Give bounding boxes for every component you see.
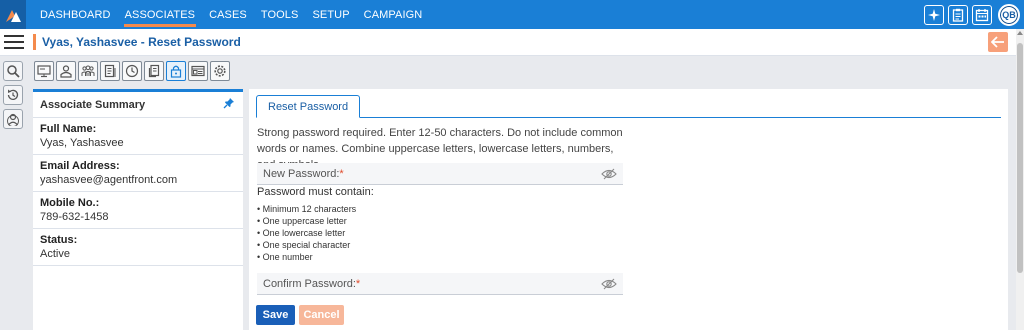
top-right-actions: QB bbox=[924, 4, 1020, 26]
new-password-placeholder: New Password: bbox=[263, 167, 340, 180]
document-icon[interactable] bbox=[100, 61, 120, 81]
top-nav-bar: DASHBOARD ASSOCIATES CASES TOOLS SETUP C… bbox=[0, 0, 1024, 29]
field-full-name: Full Name: Vyas, Yashasvee bbox=[33, 118, 243, 155]
field-value: Active bbox=[40, 248, 70, 260]
user-search-icon[interactable] bbox=[3, 109, 23, 129]
nav-tools[interactable]: TOOLS bbox=[254, 0, 306, 29]
nav-associates[interactable]: ASSOCIATES bbox=[118, 0, 202, 29]
nav-cases[interactable]: CASES bbox=[202, 0, 254, 29]
save-button[interactable]: Save bbox=[256, 305, 295, 325]
calendar-icon[interactable] bbox=[972, 5, 992, 25]
new-password-input[interactable]: New Password: * bbox=[257, 163, 623, 185]
page-title: Vyas, Yashasvee - Reset Password bbox=[42, 35, 241, 49]
files-icon[interactable] bbox=[144, 61, 164, 81]
back-arrow-icon[interactable] bbox=[988, 32, 1008, 52]
list-item: One special character bbox=[257, 239, 356, 251]
id-card-icon[interactable] bbox=[188, 61, 208, 81]
sparkle-icon[interactable] bbox=[924, 5, 944, 25]
user-avatar[interactable]: QB bbox=[998, 4, 1020, 26]
main-nav: DASHBOARD ASSOCIATES CASES TOOLS SETUP C… bbox=[33, 0, 429, 29]
list-item: One lowercase letter bbox=[257, 227, 356, 239]
associate-toolbar bbox=[34, 61, 230, 81]
field-mobile: Mobile No.: 789-632-1458 bbox=[33, 192, 243, 229]
title-accent-bar bbox=[33, 34, 36, 50]
required-mark: * bbox=[355, 277, 361, 290]
confirm-password-placeholder: Confirm Password: bbox=[263, 277, 356, 290]
field-value: Vyas, Yashasvee bbox=[40, 137, 124, 149]
field-label: Mobile No.: bbox=[40, 197, 100, 209]
eye-slash-icon[interactable] bbox=[601, 168, 617, 183]
page-scrollbar[interactable] bbox=[1016, 29, 1024, 330]
nav-campaign[interactable]: CAMPAIGN bbox=[357, 0, 430, 29]
left-rail bbox=[0, 57, 27, 330]
field-status: Status: Active bbox=[33, 229, 243, 266]
required-mark: * bbox=[339, 167, 344, 180]
scroll-up-arrow-icon[interactable] bbox=[1017, 31, 1023, 35]
field-label: Full Name: bbox=[40, 123, 97, 135]
summary-title: Associate Summary bbox=[40, 98, 146, 111]
monitor-icon[interactable] bbox=[34, 61, 54, 81]
summary-header: Associate Summary bbox=[33, 92, 243, 118]
hamburger-menu-icon[interactable] bbox=[4, 35, 24, 49]
confirm-password-input[interactable]: Confirm Password: * bbox=[257, 273, 623, 295]
field-value: 789-632-1458 bbox=[40, 211, 109, 223]
gear-icon[interactable] bbox=[210, 61, 230, 81]
scrollbar-thumb[interactable] bbox=[1017, 43, 1023, 273]
history-icon[interactable] bbox=[3, 85, 23, 105]
field-email: Email Address: yashasvee@agentfront.com bbox=[33, 155, 243, 192]
list-item: One uppercase letter bbox=[257, 215, 356, 227]
nav-dashboard[interactable]: DASHBOARD bbox=[33, 0, 118, 29]
group-icon[interactable] bbox=[78, 61, 98, 81]
rules-title: Password must contain: bbox=[257, 186, 374, 198]
clipboard-icon[interactable] bbox=[948, 5, 968, 25]
nav-setup[interactable]: SETUP bbox=[305, 0, 356, 29]
eye-slash-icon[interactable] bbox=[601, 278, 617, 293]
cancel-button[interactable]: Cancel bbox=[299, 305, 344, 325]
pin-icon[interactable] bbox=[223, 97, 235, 112]
password-rules-list: Minimum 12 characters One uppercase lett… bbox=[257, 203, 357, 263]
field-label: Status: bbox=[40, 234, 78, 246]
clock-icon[interactable] bbox=[122, 61, 142, 81]
tab-reset-password[interactable]: Reset Password bbox=[256, 95, 361, 118]
app-logo-icon[interactable] bbox=[0, 0, 26, 29]
list-item: Minimum 12 characters bbox=[257, 203, 357, 215]
field-value: yashasvee@agentfront.com bbox=[40, 174, 178, 186]
field-label: Email Address: bbox=[40, 160, 120, 172]
search-icon[interactable] bbox=[3, 61, 23, 81]
page-header: Vyas, Yashasvee - Reset Password bbox=[0, 29, 1016, 56]
tab-bar: Reset Password bbox=[256, 95, 1001, 118]
lock-icon[interactable] bbox=[166, 61, 186, 81]
list-item: One number bbox=[257, 251, 356, 263]
reset-password-panel: Reset Password Strong password required.… bbox=[249, 89, 1008, 330]
user-icon[interactable] bbox=[56, 61, 76, 81]
associate-summary-panel: Associate Summary Full Name: Vyas, Yasha… bbox=[33, 89, 243, 330]
